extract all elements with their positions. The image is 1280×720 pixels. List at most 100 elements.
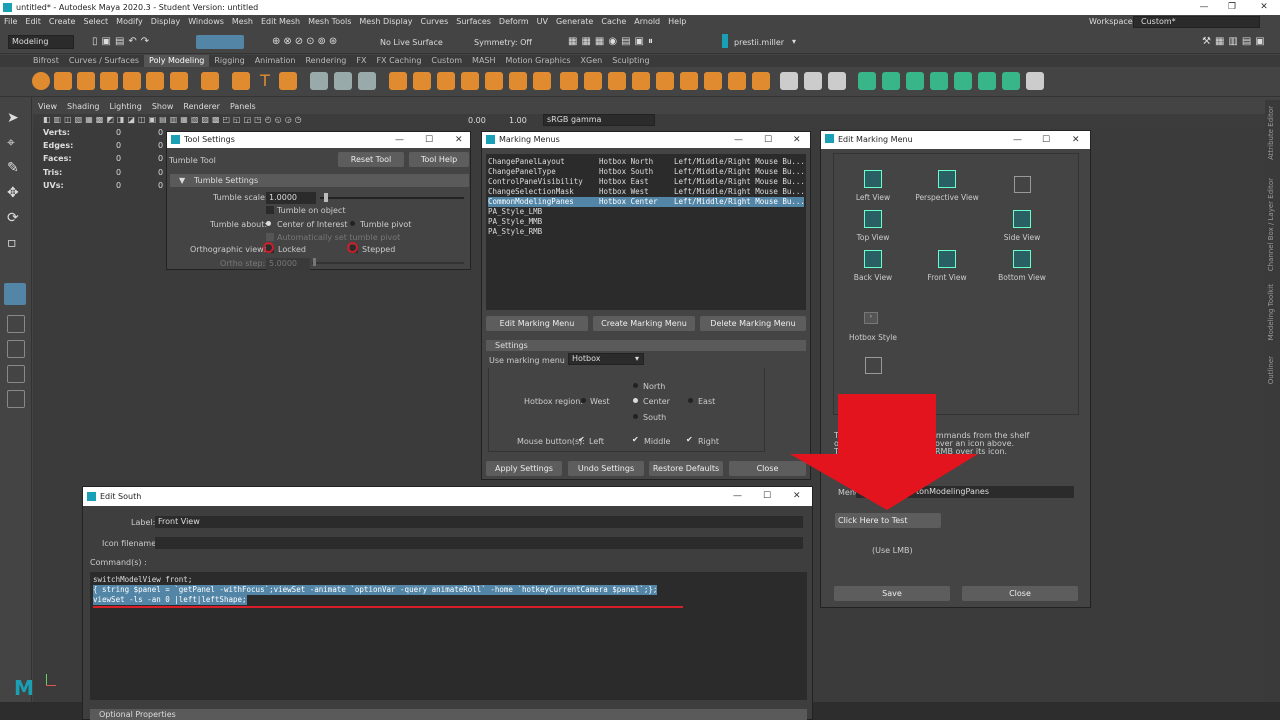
panel-menu-show[interactable]: Show xyxy=(147,100,179,114)
empty-slot-bottom[interactable] xyxy=(865,357,882,374)
two-view-icon[interactable] xyxy=(7,365,25,383)
tumble-settings-section[interactable]: ▼ Tumble Settings xyxy=(170,174,469,187)
uv-editor-icon[interactable] xyxy=(858,72,876,90)
close-icon[interactable]: ✕ xyxy=(793,132,801,148)
gamma-value[interactable]: 1.00 xyxy=(509,116,527,125)
right-checkbox[interactable]: ✔ xyxy=(686,435,693,444)
use-marking-menu-dropdown[interactable]: Hotbox ▾ xyxy=(568,353,644,365)
freeze-icon[interactable] xyxy=(584,72,602,90)
delete-marking-menu-button[interactable]: Delete Marking Menu xyxy=(700,316,806,331)
maximize-icon[interactable]: ☐ xyxy=(1042,131,1050,149)
four-view-icon[interactable] xyxy=(7,340,25,358)
shelf-tab-animation[interactable]: Animation xyxy=(250,55,301,67)
separate-icon[interactable] xyxy=(334,72,352,90)
poly-plane-icon[interactable] xyxy=(146,72,164,90)
perspective-view-item-icon[interactable] xyxy=(938,170,956,188)
shelf-tab-motion-graphics[interactable]: Motion Graphics xyxy=(501,55,576,67)
minimize-icon[interactable]: — xyxy=(734,132,743,148)
minimize-icon[interactable]: — xyxy=(1190,0,1218,15)
left-checkbox[interactable]: ✔ xyxy=(578,435,585,444)
insert-loop-icon[interactable] xyxy=(728,72,746,90)
user-dropdown-icon[interactable]: ▾ xyxy=(792,37,796,46)
layout-icon[interactable] xyxy=(1002,72,1020,90)
center-radio[interactable] xyxy=(633,398,638,403)
apply-settings-button[interactable]: Apply Settings xyxy=(486,461,562,476)
poly-torus-icon[interactable] xyxy=(123,72,141,90)
target-weld-icon[interactable] xyxy=(656,72,674,90)
marking-menu-list[interactable]: ChangePanelLayout Hotbox North Left/Middle… xyxy=(486,154,806,310)
unfold-icon[interactable] xyxy=(978,72,996,90)
restore-defaults-button[interactable]: Restore Defaults xyxy=(649,461,723,476)
minimize-icon[interactable]: — xyxy=(733,487,742,506)
menu-cache[interactable]: Cache xyxy=(597,15,630,29)
menu-select[interactable]: Select xyxy=(79,15,112,29)
svg-tool-icon[interactable] xyxy=(279,72,297,90)
boolean-icon[interactable] xyxy=(358,72,376,90)
tab-modeling-toolkit[interactable]: Modeling Toolkit xyxy=(1267,284,1275,340)
multi-cut-icon[interactable] xyxy=(632,72,650,90)
live-surface-label[interactable]: No Live Surface xyxy=(380,38,443,47)
menu-generate[interactable]: Generate xyxy=(552,15,597,29)
outliner-layout-icon[interactable] xyxy=(7,390,25,408)
shelf-tab-rendering[interactable]: Rendering xyxy=(300,55,351,67)
tumble-on-object-checkbox[interactable] xyxy=(266,206,274,214)
tab-outliner[interactable]: Outliner xyxy=(1267,356,1275,384)
workspace-dropdown[interactable]: Custom* xyxy=(1133,16,1260,28)
list-item[interactable]: ControlPaneVisibility Hotbox East Left/Mid… xyxy=(488,177,805,187)
list-item[interactable]: ChangePanelLayout Hotbox North Left/Middle… xyxy=(488,157,805,167)
sculpt-icon[interactable] xyxy=(828,72,846,90)
spherical-map-icon[interactable] xyxy=(930,72,948,90)
reduce-icon[interactable] xyxy=(509,72,527,90)
panel-menu-view[interactable]: View xyxy=(33,100,62,114)
maximize-icon[interactable]: ☐ xyxy=(763,487,771,506)
list-item[interactable]: ChangeSelectionMask Hotbox West Left/Middl… xyxy=(488,187,805,197)
poly-cube-icon[interactable] xyxy=(54,72,72,90)
list-item[interactable]: PA_Style_LMB xyxy=(488,207,542,217)
select-mode-icons[interactable] xyxy=(196,35,244,49)
menu-uv[interactable]: UV xyxy=(533,15,552,29)
cut-uv-icon[interactable] xyxy=(1026,72,1044,90)
paint-select-icon[interactable]: ✎ xyxy=(7,160,25,178)
shelf-tab-curves[interactable]: Curves / Surfaces xyxy=(64,55,144,67)
lasso-tool-icon[interactable]: ⌖ xyxy=(7,135,25,153)
save-button[interactable]: Save xyxy=(834,586,950,601)
menu-edit-mesh[interactable]: Edit Mesh xyxy=(257,15,304,29)
optional-properties-section[interactable]: Optional Properties xyxy=(90,709,807,720)
maximize-icon[interactable]: ❐ xyxy=(1218,0,1246,15)
list-item[interactable]: PA_Style_RMB xyxy=(488,227,542,237)
label-field[interactable]: Front View xyxy=(155,516,803,528)
side-view-item-icon[interactable] xyxy=(1013,210,1031,228)
tab-attribute-editor[interactable]: Attribute Editor xyxy=(1267,106,1275,160)
menu-arnold[interactable]: Arnold xyxy=(630,15,664,29)
menu-create[interactable]: Create xyxy=(45,15,80,29)
text-tool-icon[interactable]: T xyxy=(256,72,274,90)
poly-cone-icon[interactable] xyxy=(100,72,118,90)
bridge-icon[interactable] xyxy=(413,72,431,90)
menu-mesh-tools[interactable]: Mesh Tools xyxy=(304,15,355,29)
panel-menu-shading[interactable]: Shading xyxy=(62,100,105,114)
shelf-tab-rigging[interactable]: Rigging xyxy=(209,55,249,67)
rotate-tool-icon[interactable]: ⟳ xyxy=(7,210,25,228)
center-of-interest-radio[interactable] xyxy=(266,221,271,226)
list-item[interactable]: ChangePanelType Hotbox South Left/Middle/R… xyxy=(488,167,805,177)
auto-pivot-checkbox[interactable] xyxy=(266,233,274,241)
close-button[interactable]: Close xyxy=(962,586,1078,601)
bottom-view-item-icon[interactable] xyxy=(1013,250,1031,268)
create-marking-menu-button[interactable]: Create Marking Menu xyxy=(593,316,695,331)
ortho-step-field[interactable]: 5.0000 xyxy=(266,258,310,270)
settings-section[interactable]: Settings xyxy=(486,340,806,351)
planar-map-icon[interactable] xyxy=(882,72,900,90)
top-view-item-icon[interactable] xyxy=(864,210,882,228)
extrude-icon[interactable] xyxy=(389,72,407,90)
menu-windows[interactable]: Windows xyxy=(184,15,228,29)
shelf-tab-fx[interactable]: FX xyxy=(351,55,371,67)
fill-hole-icon[interactable] xyxy=(461,72,479,90)
back-view-item-icon[interactable] xyxy=(864,250,882,268)
menu-curves[interactable]: Curves xyxy=(416,15,452,29)
menu-file[interactable]: File xyxy=(0,15,21,29)
panel-menu-lighting[interactable]: Lighting xyxy=(104,100,146,114)
quad-draw-icon[interactable] xyxy=(704,72,722,90)
minimize-icon[interactable]: — xyxy=(395,132,404,148)
empty-slot-ne[interactable] xyxy=(1014,176,1031,193)
super-shape-icon[interactable] xyxy=(232,72,250,90)
